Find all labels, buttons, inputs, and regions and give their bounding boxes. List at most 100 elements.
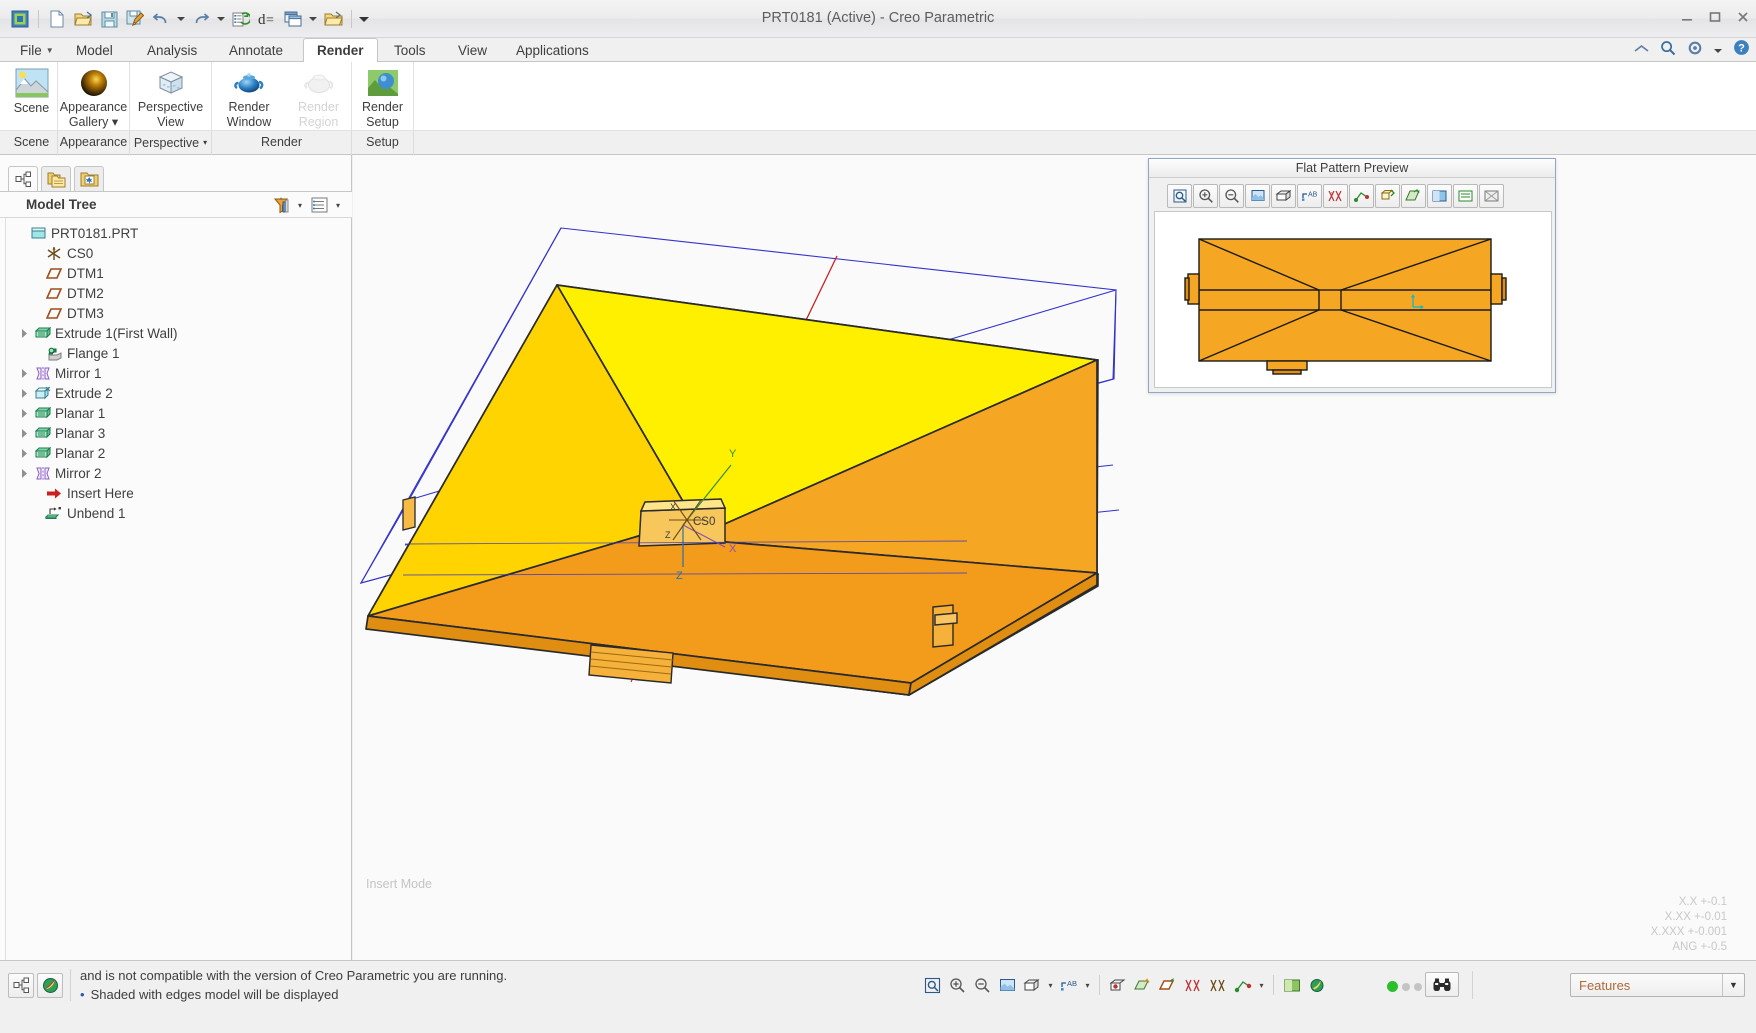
folder-browser-tab[interactable] [41,166,71,191]
tree-item-cs0[interactable]: CS0 [13,243,351,263]
save-icon[interactable] [97,7,121,31]
tree-item-part[interactable]: PRT0181.PRT [13,223,351,243]
csys-display-icon[interactable] [1231,973,1255,997]
repaint-icon[interactable] [995,973,1019,997]
flat-pattern-canvas[interactable] [1154,211,1552,388]
group-perspective-caret-icon[interactable]: ▾ [203,138,207,147]
tab-applications[interactable]: Applications [502,38,603,62]
save-as-icon[interactable] [123,7,147,31]
browser-toggle-icon[interactable] [37,973,63,998]
axis-display-icon[interactable]: x [1323,184,1348,208]
tree-item-insert-here[interactable]: Insert Here [13,483,351,503]
qat-overflow-icon[interactable] [358,8,370,30]
zoom-out-icon[interactable] [970,973,994,997]
tree-item-extrude-2[interactable]: Extrude 2 [13,383,351,403]
wireframe-icon[interactable] [1479,184,1504,208]
favorites-tab[interactable] [74,166,104,191]
tree-item-planar-3[interactable]: Planar 3 [13,423,351,443]
help-icon[interactable]: ? [1733,39,1750,61]
tree-item-planar-1[interactable]: Planar 1 [13,403,351,423]
tab-annotate[interactable]: Annotate [215,38,297,62]
tree-item-flange-1[interactable]: Flange 1 [13,343,351,363]
tab-analysis[interactable]: Analysis [133,38,211,62]
render-window-button[interactable]: Render Window [212,62,286,130]
model-tree-toggle-icon[interactable] [8,973,34,998]
plane-display-icon[interactable] [1401,184,1426,208]
plane-display-icon[interactable] [1156,973,1180,997]
redo-icon[interactable] [189,7,213,31]
tree-expander-collapsed-icon[interactable] [17,445,31,461]
datum-display-icon[interactable] [1131,973,1155,997]
render-setup-button[interactable]: Render Setup [352,62,413,130]
point-display-icon[interactable] [1349,184,1374,208]
scene-button[interactable]: Scene [6,62,57,130]
saved-views-icon[interactable] [1020,973,1044,997]
tree-settings-icon[interactable] [308,194,330,216]
tree-item-dtm1[interactable]: DTM1 [13,263,351,283]
annotations-display-icon[interactable]: AB [1297,184,1322,208]
point-display-icon[interactable] [1206,973,1230,997]
tree-expander-collapsed-icon[interactable] [17,425,31,441]
tree-filters-caret-icon[interactable]: ▾ [294,194,306,216]
display-style-icon[interactable] [1280,973,1304,997]
annotation-display-icon[interactable]: AB [1057,973,1081,997]
settings-gear-icon[interactable] [1687,40,1703,61]
hidden-line-icon[interactable] [1453,184,1478,208]
flat-pattern-preview-window[interactable]: Flat Pattern Preview AB x [1148,158,1556,393]
tree-expander-collapsed-icon[interactable] [17,365,31,381]
creo-window-icon[interactable] [8,7,32,31]
refit-icon[interactable] [1167,184,1192,208]
zoom-in-icon[interactable] [1193,184,1218,208]
saved-views-caret-icon[interactable]: ▾ [1045,973,1056,997]
csys-display-icon[interactable] [1375,184,1400,208]
repaint-icon[interactable] [1245,184,1270,208]
undo-icon[interactable] [149,7,173,31]
zoom-out-icon[interactable] [1219,184,1244,208]
tree-expander-collapsed-icon[interactable] [17,405,31,421]
chevron-down-icon[interactable]: ▼ [1722,974,1744,996]
selection-filter[interactable]: Features ▼ [1570,973,1745,997]
graphics-window[interactable]: Y Z X CS0 X Z Insert Mode X.X +-0.1 X.XX… [353,155,1756,960]
group-label-perspective[interactable]: Perspective ▾ [130,131,212,155]
appearance-gallery-caret-icon[interactable]: ▾ [112,115,118,129]
csys-display-caret-icon[interactable]: ▾ [1256,973,1267,997]
relations-icon[interactable]: d = [255,7,279,31]
close-window-icon[interactable] [321,7,345,31]
tree-item-unbend-1[interactable]: Unbend 1 [13,503,351,523]
tree-item-dtm3[interactable]: DTM3 [13,303,351,323]
maximize-button[interactable] [1708,10,1722,24]
tree-expander-collapsed-icon[interactable] [17,465,31,481]
minimize-button[interactable] [1680,10,1694,24]
window-icon[interactable] [281,7,305,31]
tree-item-mirror-1[interactable]: Mirror 1 [13,363,351,383]
find-icon[interactable] [1425,972,1459,997]
refit-icon[interactable] [920,973,944,997]
tree-expander-collapsed-icon[interactable] [17,385,31,401]
search-icon[interactable] [1660,40,1676,61]
tree-expander-collapsed-icon[interactable] [17,325,31,341]
tree-filters-icon[interactable] [270,194,292,216]
tree-item-extrude-1[interactable]: Extrude 1(First Wall) [13,323,351,343]
appearance-icon[interactable] [1305,973,1329,997]
appearance-gallery-button[interactable]: Appearance Gallery ▾ [58,62,129,130]
window-caret-icon[interactable] [307,8,319,30]
shading-icon[interactable] [1427,184,1452,208]
settings-caret-icon[interactable] [1714,41,1722,59]
tab-render[interactable]: Render [303,38,378,63]
spin-center-icon[interactable] [1106,973,1130,997]
tab-model[interactable]: Model [62,38,127,62]
perspective-view-button[interactable]: Perspective View [130,62,211,130]
redo-caret-icon[interactable] [215,8,227,30]
model-tree-tab[interactable] [8,166,38,191]
zoom-in-icon[interactable] [945,973,969,997]
close-button[interactable] [1736,10,1750,24]
tree-item-dtm2[interactable]: DTM2 [13,283,351,303]
minimize-ribbon-icon[interactable] [1634,41,1649,59]
axis-display-icon[interactable] [1181,973,1205,997]
tree-item-mirror-2[interactable]: Mirror 2 [13,463,351,483]
open-icon[interactable] [71,7,95,31]
tree-item-planar-2[interactable]: Planar 2 [13,443,351,463]
new-icon[interactable] [45,7,69,31]
tab-tools[interactable]: Tools [380,38,440,62]
tree-settings-caret-icon[interactable]: ▾ [332,194,344,216]
